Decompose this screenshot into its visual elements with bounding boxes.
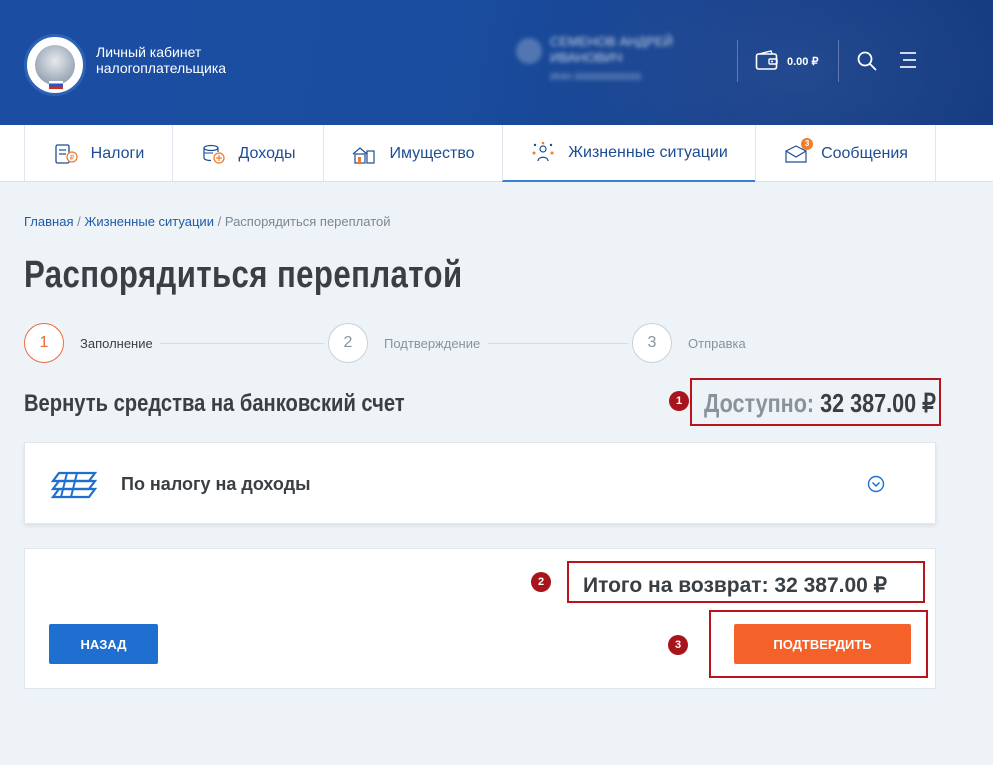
search-icon[interactable] bbox=[856, 50, 878, 72]
available-value: 32 387.00 ₽ bbox=[820, 388, 936, 418]
nav-label: Жизненные ситуации bbox=[568, 143, 728, 161]
total-highlight: Итого на возврат: 32 387.00 ₽ bbox=[567, 561, 925, 603]
income-icon bbox=[202, 144, 225, 164]
flag-icon bbox=[49, 81, 63, 89]
annotation-marker-2: 2 bbox=[531, 572, 551, 592]
available-amount: Доступно: 32 387.00 ₽ bbox=[704, 388, 936, 419]
step-connector bbox=[488, 343, 628, 344]
step-connector bbox=[160, 343, 324, 344]
step-1-circle: 1 bbox=[24, 323, 64, 363]
breadcrumb-separator: / bbox=[77, 214, 81, 229]
step-2-circle: 2 bbox=[328, 323, 368, 363]
card-title: По налогу на доходы bbox=[121, 474, 311, 494]
annotation-marker-3: 3 bbox=[668, 635, 688, 655]
breadcrumb-current: Распорядиться переплатой bbox=[224, 214, 391, 229]
messages-icon: 3 bbox=[783, 137, 814, 166]
user-profile[interactable]: СЕМЕНОВ АНДРЕЙ ИВАНОВИЧ ИНН 000000000000 bbox=[516, 30, 706, 90]
tax-income-icon bbox=[50, 471, 98, 499]
step-1-label: Заполнение bbox=[80, 336, 153, 351]
nav-item-messages[interactable]: 3 Сообщения bbox=[755, 125, 936, 182]
wallet-icon[interactable] bbox=[755, 50, 779, 72]
page-title: Распорядиться переплатой bbox=[24, 254, 463, 296]
emblem-icon bbox=[35, 45, 75, 85]
nav-item-property[interactable]: Имущество bbox=[323, 125, 502, 182]
breadcrumb: Главная / Жизненные ситуации / Распоряди… bbox=[24, 214, 391, 229]
nav-item-taxes[interactable]: ₽ Налоги bbox=[24, 125, 172, 182]
available-highlight: Доступно: 32 387.00 ₽ bbox=[690, 378, 941, 426]
section-title: Вернуть средства на банковский счет bbox=[24, 390, 405, 417]
chevron-down-icon[interactable] bbox=[867, 475, 885, 493]
taxes-icon: ₽ bbox=[55, 143, 78, 164]
nav-label: Доходы bbox=[238, 144, 296, 162]
breadcrumb-section-link[interactable]: Жизненные ситуации bbox=[84, 214, 214, 229]
nav-label: Имущество bbox=[389, 144, 475, 162]
stepper: 1 Заполнение 2 Подтверждение 3 Отправка bbox=[24, 323, 934, 365]
breadcrumb-separator: / bbox=[217, 214, 222, 229]
nav-item-income[interactable]: Доходы bbox=[172, 125, 323, 182]
step-3-label: Отправка bbox=[688, 336, 746, 351]
balance-value[interactable]: 0.00 ₽ bbox=[787, 55, 818, 68]
user-name: СЕМЕНОВ АНДРЕЙ ИВАНОВИЧ bbox=[550, 34, 673, 65]
total-refund: Итого на возврат: 32 387.00 ₽ bbox=[583, 574, 888, 597]
step-3-circle: 3 bbox=[632, 323, 672, 363]
top-header: Личный кабинет налогоплательщика СЕМЕНОВ… bbox=[0, 0, 993, 125]
back-button[interactable]: НАЗАД bbox=[49, 624, 158, 664]
nav-item-life-situations[interactable]: Жизненные ситуации bbox=[502, 125, 755, 182]
confirm-button[interactable]: ПОДТВЕРДИТЬ bbox=[734, 624, 911, 664]
main-nav: ₽ Налоги Доходы Имущество Жизненные ситу… bbox=[0, 125, 993, 182]
svg-text:₽: ₽ bbox=[69, 154, 74, 162]
hamburger-menu-icon[interactable] bbox=[898, 51, 918, 69]
header-divider bbox=[838, 40, 839, 82]
step-2-label: Подтверждение bbox=[384, 336, 481, 351]
nav-label: Налоги bbox=[90, 144, 145, 162]
life-situations-icon bbox=[532, 141, 554, 161]
avatar bbox=[516, 38, 542, 64]
available-label: Доступно: bbox=[704, 388, 815, 418]
tax-accordion-card[interactable]: По налогу на доходы bbox=[24, 442, 936, 524]
app-title[interactable]: Личный кабинет налогоплательщика bbox=[96, 44, 266, 76]
messages-count-badge: 3 bbox=[801, 137, 814, 150]
breadcrumb-home-link[interactable]: Главная bbox=[24, 214, 73, 229]
annotation-marker-1: 1 bbox=[669, 391, 689, 411]
header-divider bbox=[737, 40, 738, 82]
property-icon bbox=[353, 146, 376, 164]
user-inn: ИНН 000000000000 bbox=[550, 72, 642, 83]
fns-logo[interactable] bbox=[24, 34, 86, 96]
nav-label: Сообщения bbox=[821, 144, 908, 162]
